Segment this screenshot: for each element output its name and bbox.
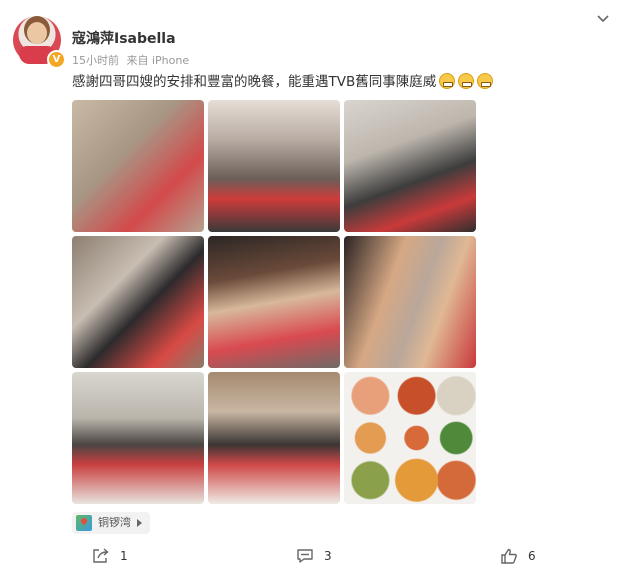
comment-count: 3 (324, 549, 332, 563)
grin-emoji-icon (458, 73, 475, 89)
comment-icon (297, 549, 313, 563)
photo-5[interactable] (208, 236, 340, 368)
chevron-right-icon (137, 519, 142, 527)
grin-emoji-icon (439, 73, 456, 89)
avatar-face (27, 22, 47, 44)
share-button[interactable]: 1 (92, 548, 128, 564)
comment-button[interactable]: 3 (296, 548, 332, 564)
grin-emoji-icon (477, 73, 494, 89)
thumbs-up-icon (501, 548, 517, 564)
photo-6[interactable] (344, 236, 476, 368)
post-text: 感謝四哥四嫂的安排和豐富的晚餐，能重遇TVB舊同事陳庭威 (72, 70, 494, 90)
photo-4[interactable] (72, 236, 204, 368)
post-body: 感謝四哥四嫂的安排和豐富的晚餐，能重遇TVB舊同事陳庭威 (72, 74, 437, 90)
post-meta: 15小时前 来自 iPhone (72, 52, 193, 68)
location-label: 铜锣湾 (98, 516, 131, 529)
like-count: 6 (528, 549, 536, 563)
photo-7[interactable] (72, 372, 204, 504)
like-button[interactable]: 6 (500, 548, 536, 564)
photo-2[interactable] (208, 100, 340, 232)
share-count: 1 (120, 549, 128, 563)
chevron-down-icon[interactable] (596, 12, 610, 26)
photo-1[interactable] (72, 100, 204, 232)
verified-badge-icon: V (47, 50, 66, 69)
photo-3[interactable] (344, 100, 476, 232)
location-tag[interactable]: 铜锣湾 (72, 512, 150, 534)
username[interactable]: 寇鴻萍Isabella (72, 28, 176, 48)
photo-grid (72, 100, 476, 504)
share-icon (93, 548, 109, 563)
post-source: 来自 iPhone (126, 54, 190, 67)
post-time[interactable]: 15小时前 (72, 54, 119, 67)
photo-9[interactable] (344, 372, 476, 504)
photo-8[interactable] (208, 372, 340, 504)
map-pin-icon (76, 515, 92, 531)
